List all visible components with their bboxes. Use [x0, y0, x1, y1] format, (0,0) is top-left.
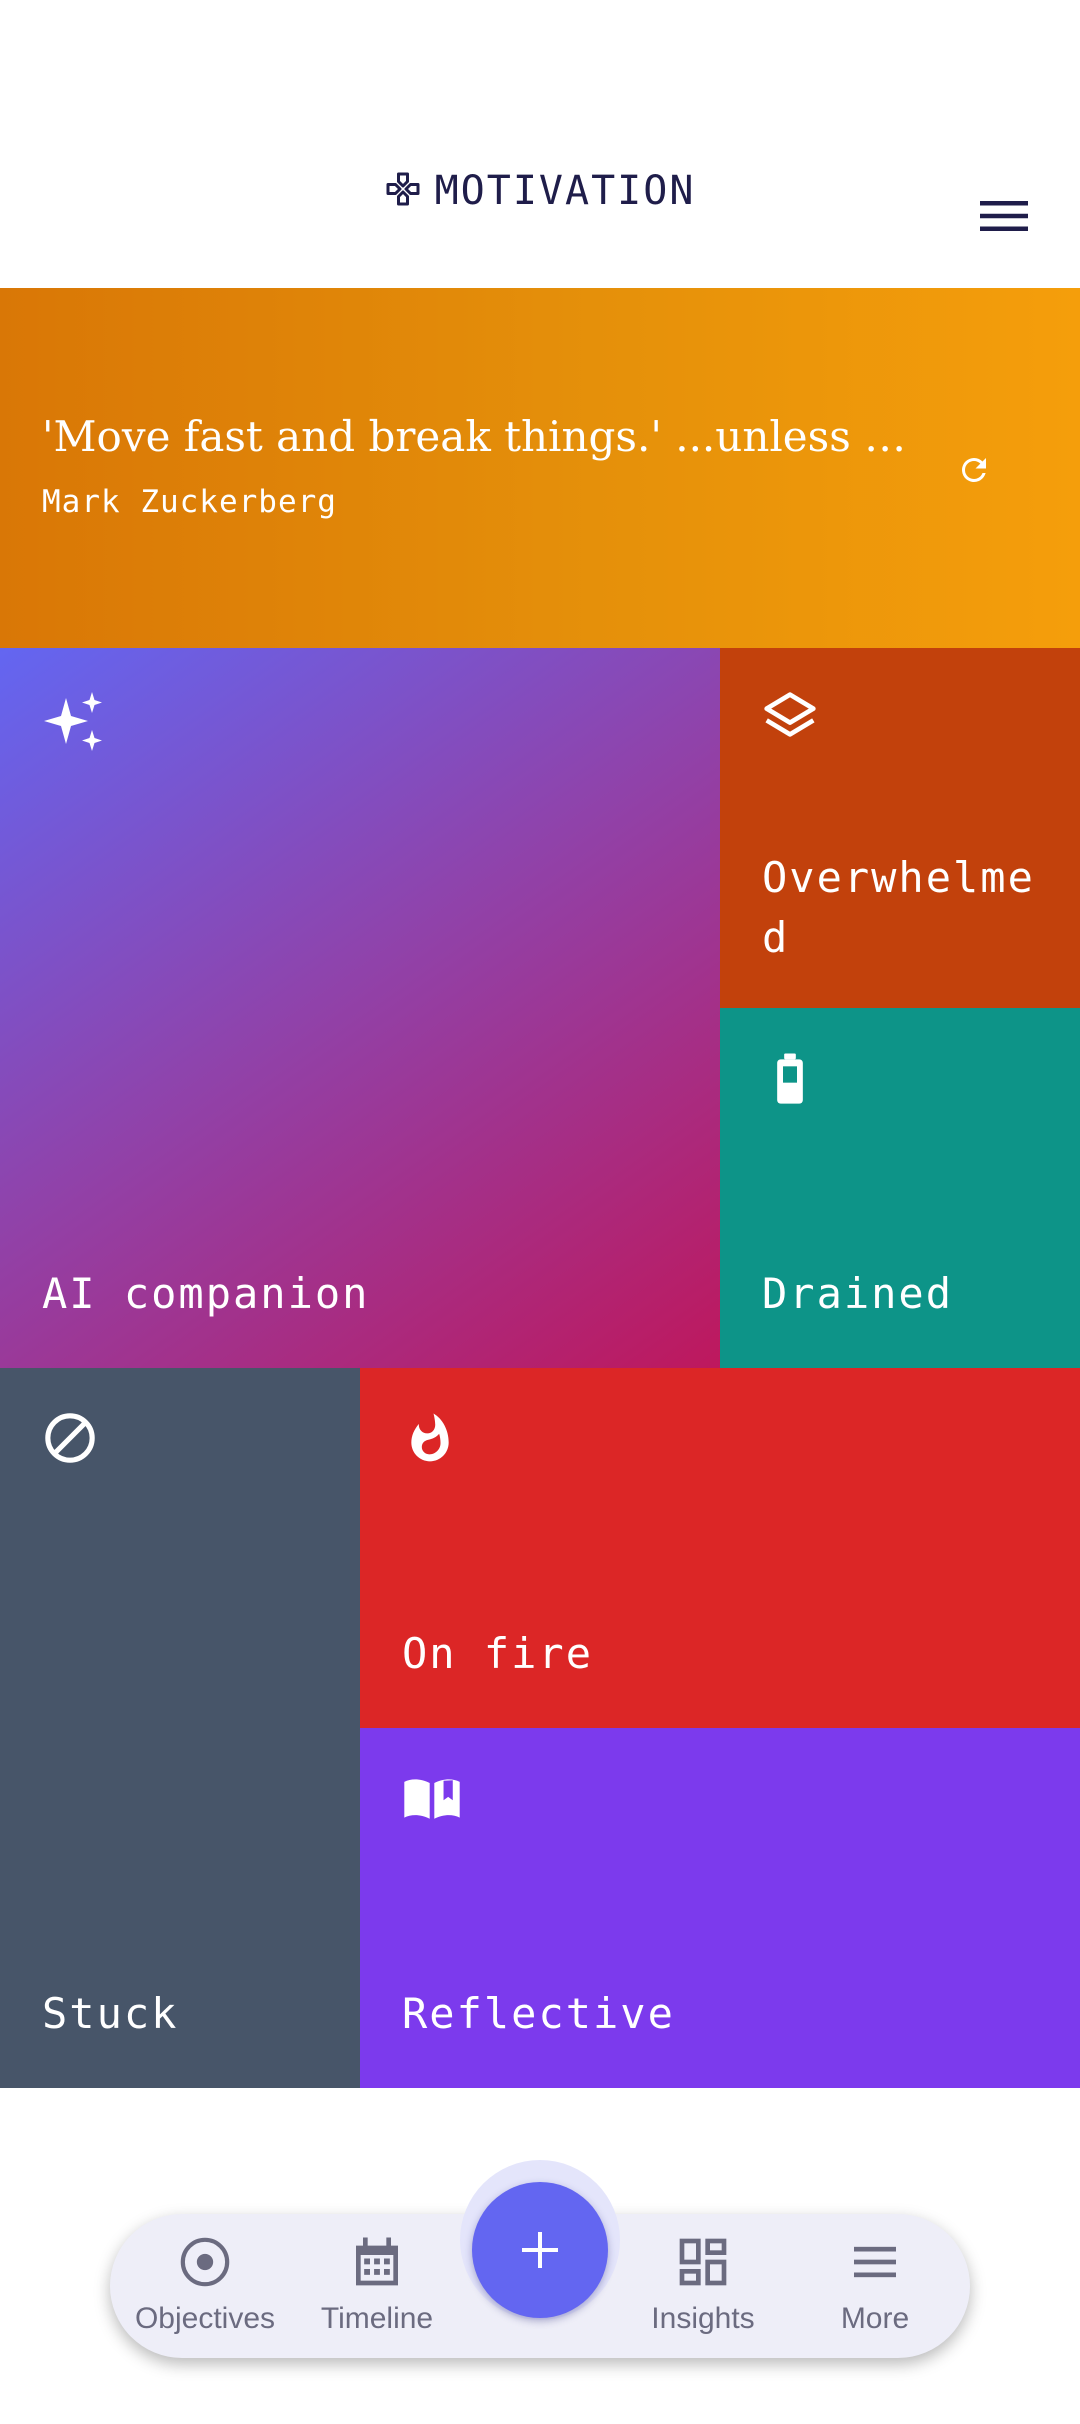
plus-icon — [522, 2232, 558, 2268]
gamepad-icon — [385, 171, 421, 211]
add-fab-button[interactable] — [472, 2182, 608, 2318]
menu-icon — [845, 2232, 905, 2292]
nav-label: More — [840, 2302, 910, 2335]
tile-label: Drained — [762, 1269, 954, 1318]
target-icon — [175, 2232, 235, 2292]
hamburger-menu-button[interactable] — [976, 194, 1032, 238]
nav-timeline[interactable]: Timeline — [292, 2232, 462, 2344]
app-header: MOTIVATION — [0, 0, 1080, 288]
tile-reflective[interactable]: Reflective — [360, 1728, 1080, 2088]
layers-icon — [762, 690, 826, 754]
battery-icon — [762, 1050, 826, 1114]
tile-overwhelmed[interactable]: Overwhelmed — [720, 648, 1080, 1008]
tile-drained[interactable]: Drained — [720, 1008, 1080, 1368]
nav-label: Insights — [651, 2302, 755, 2335]
tile-label: Overwhelmed — [762, 853, 1035, 962]
sparkles-icon — [42, 690, 106, 754]
nav-label: Objectives — [134, 2302, 276, 2335]
refresh-quote-button[interactable] — [950, 446, 998, 494]
tile-on-fire[interactable]: On fire — [360, 1368, 1080, 1728]
flame-icon — [402, 1410, 466, 1474]
tile-label: AI companion — [42, 1269, 370, 1318]
quote-text: 'Move fast and break things.' ...unless … — [42, 412, 922, 461]
quote-banner[interactable]: 'Move fast and break things.' ...unless … — [0, 288, 1080, 648]
open-book-icon — [402, 1770, 466, 1834]
quote-author: Mark Zuckerberg — [42, 484, 337, 520]
tile-stuck[interactable]: Stuck — [0, 1368, 360, 2088]
tile-label: On fire — [402, 1629, 594, 1678]
refresh-icon — [961, 458, 986, 482]
hamburger-menu-icon — [980, 201, 1028, 231]
nav-more[interactable]: More — [790, 2232, 960, 2344]
block-icon — [42, 1410, 106, 1474]
dashboard-icon — [673, 2232, 733, 2292]
calendar-icon — [347, 2232, 407, 2292]
tile-label: Stuck — [42, 1989, 179, 2038]
tile-ai-companion[interactable]: AI companion — [0, 648, 720, 1368]
nav-insights[interactable]: Insights — [618, 2232, 788, 2344]
nav-objectives[interactable]: Objectives — [120, 2232, 290, 2344]
app-title: MOTIVATION — [434, 168, 696, 214]
tile-label: Reflective — [402, 1989, 675, 2038]
nav-label: Timeline — [320, 2302, 434, 2335]
brand: MOTIVATION — [0, 168, 1080, 214]
